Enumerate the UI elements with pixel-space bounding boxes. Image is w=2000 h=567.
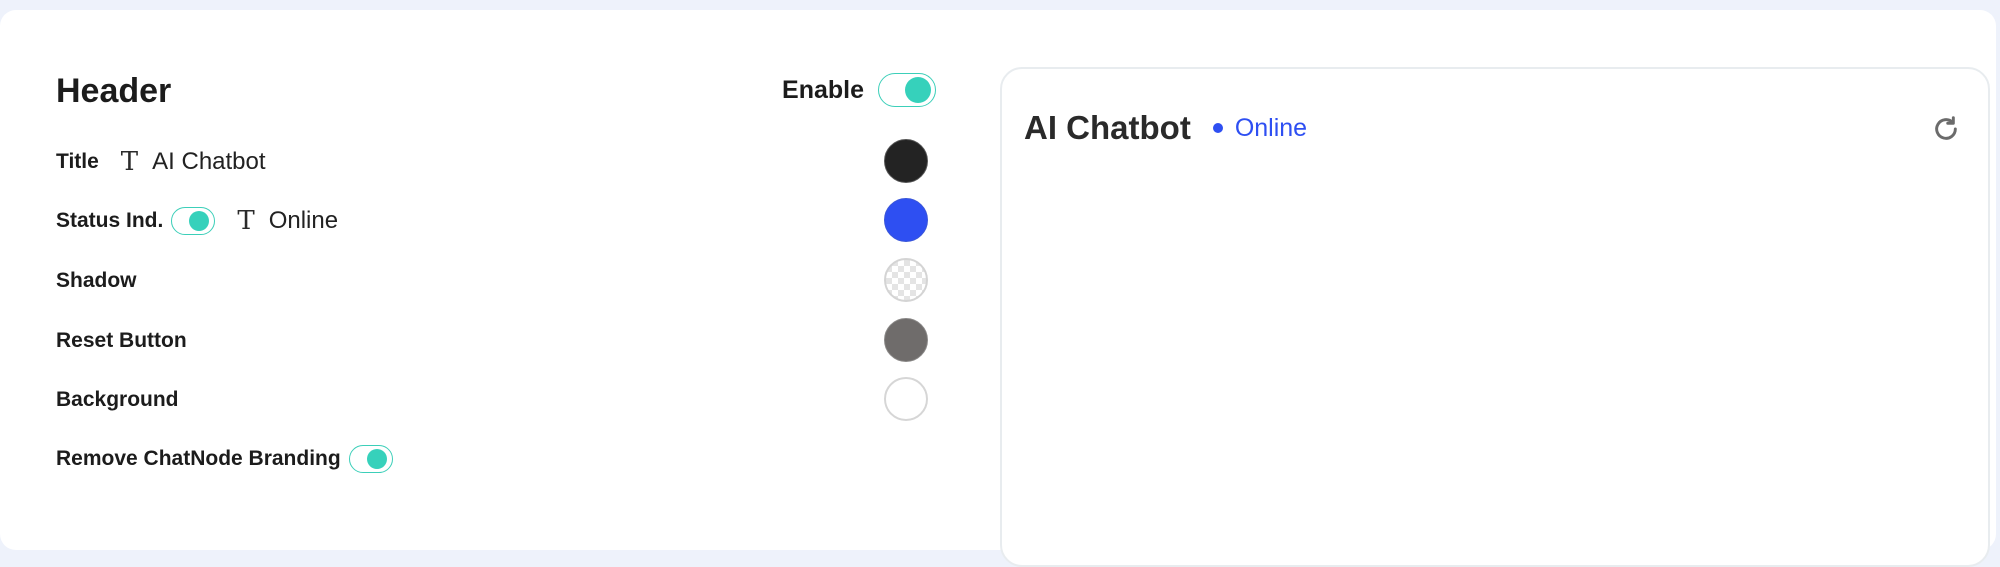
shadow-row: Shadow (56, 257, 936, 305)
refresh-icon[interactable] (1930, 113, 1962, 145)
preview-title: AI Chatbot (1024, 109, 1191, 146)
preview-header: AI Chatbot Online (1024, 109, 1307, 147)
preview-status: Online (1212, 113, 1308, 143)
shadow-label: Shadow (56, 269, 137, 292)
settings-card: Header Enable Title T AI Chatbot Status … (0, 10, 1996, 567)
text-type-icon: T (237, 206, 255, 236)
branding-row: Remove ChatNode Branding (56, 435, 936, 483)
toggle-knob (189, 211, 210, 231)
title-label: Title (56, 150, 99, 173)
title-color-swatch[interactable] (884, 139, 928, 183)
status-dot-icon (1212, 123, 1223, 133)
toggle-knob (905, 77, 931, 103)
enable-label: Enable (782, 75, 864, 104)
chat-preview-panel: AI Chatbot Online (1000, 67, 1990, 567)
status-text-input[interactable]: Online (269, 207, 338, 235)
branding-toggle[interactable] (348, 445, 393, 473)
background-label: Background (56, 388, 179, 411)
toggle-knob (366, 449, 387, 469)
enable-toggle[interactable] (878, 73, 936, 107)
background-row: Background (56, 376, 936, 424)
status-label: Status Ind. (56, 209, 164, 232)
section-title: Header (56, 72, 172, 110)
preview-status-text: Online (1234, 113, 1308, 142)
reset-button-label: Reset Button (56, 329, 187, 352)
enable-control: Enable (782, 73, 936, 107)
header-settings-panel: Header Enable Title T AI Chatbot Status … (56, 10, 936, 550)
title-row: Title T AI Chatbot (56, 138, 936, 186)
reset-button-row: Reset Button (56, 317, 936, 365)
shadow-color-swatch[interactable] (884, 258, 928, 302)
title-text-input[interactable]: AI Chatbot (152, 148, 265, 176)
status-toggle[interactable] (171, 207, 216, 235)
branding-label: Remove ChatNode Branding (56, 447, 341, 470)
status-color-swatch[interactable] (884, 198, 928, 242)
background-color-swatch[interactable] (884, 377, 928, 421)
reset-button-color-swatch[interactable] (884, 318, 928, 362)
text-type-icon: T (120, 147, 139, 177)
status-row: Status Ind. T Online (56, 197, 936, 245)
